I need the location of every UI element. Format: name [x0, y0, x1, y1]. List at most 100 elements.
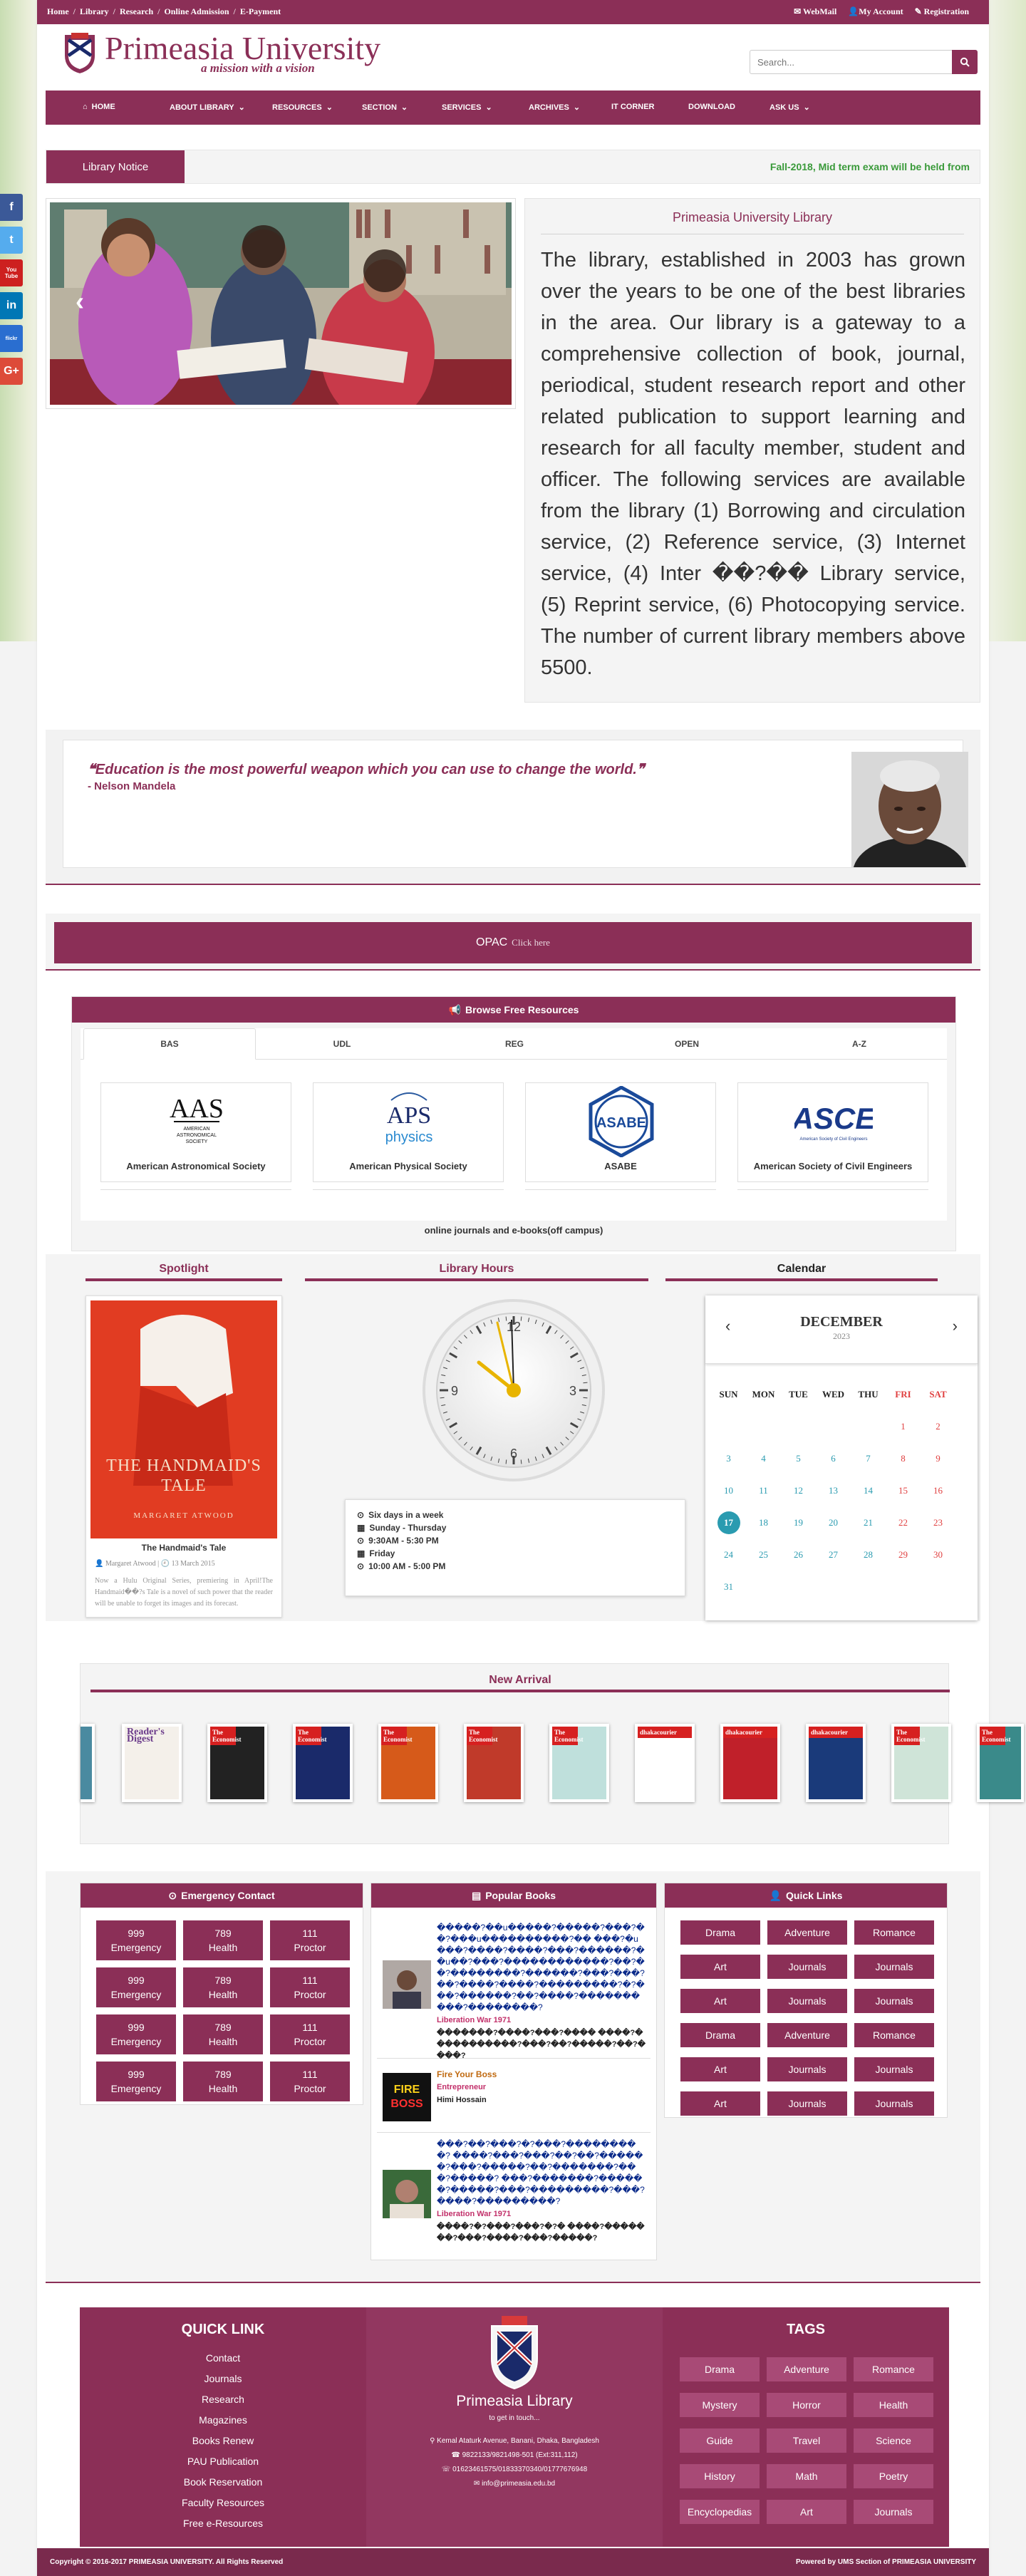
- calendar-day[interactable]: 27: [816, 1549, 851, 1561]
- emergency-contact-button[interactable]: 999 Emergency: [96, 1920, 176, 1960]
- magazine-cover[interactable]: [81, 1724, 95, 1802]
- opac-click-link[interactable]: Click here: [512, 937, 550, 948]
- tab-bas[interactable]: BAS: [83, 1028, 256, 1060]
- calendar-day[interactable]: 9: [921, 1453, 955, 1464]
- search-input[interactable]: [750, 50, 955, 74]
- footer-email[interactable]: ✉ info@primeasia.edu.bd: [366, 2480, 663, 2488]
- tab-open[interactable]: OPEN: [601, 1028, 773, 1060]
- nav-resources[interactable]: RESOURCES ⌄: [272, 103, 333, 113]
- webmail-link[interactable]: ✉ WebMail: [794, 6, 836, 17]
- calendar-day[interactable]: 31: [711, 1581, 746, 1593]
- nav-section[interactable]: SECTION ⌄: [362, 103, 408, 113]
- quick-link-button[interactable]: Art: [680, 2091, 760, 2116]
- footer-quick-link[interactable]: Books Renew: [80, 2431, 366, 2451]
- quick-link-button[interactable]: Art: [680, 2057, 760, 2081]
- magazine-cover[interactable]: dhakacourier: [720, 1724, 780, 1802]
- magazine-cover[interactable]: Reader's Digest: [122, 1724, 182, 1802]
- top-link-library[interactable]: Library: [80, 6, 109, 17]
- quick-link-button[interactable]: Journals: [854, 2057, 934, 2081]
- tab-reg[interactable]: REG: [428, 1028, 601, 1060]
- magazine-cover[interactable]: The Economist: [891, 1724, 951, 1802]
- footer-tag-button[interactable]: Mystery: [680, 2393, 760, 2417]
- footer-tag-button[interactable]: Drama: [680, 2357, 760, 2381]
- calendar-day[interactable]: 13: [816, 1485, 851, 1496]
- emergency-contact-button[interactable]: 999 Emergency: [96, 2014, 176, 2054]
- calendar-day[interactable]: 24: [711, 1549, 746, 1561]
- footer-tag-button[interactable]: Romance: [854, 2357, 933, 2381]
- tab-udl[interactable]: UDL: [256, 1028, 428, 1060]
- my-account-link[interactable]: 👤My Account: [848, 6, 903, 17]
- slider-prev-arrow[interactable]: ‹: [76, 286, 84, 316]
- flickr-icon[interactable]: flickr: [0, 325, 23, 352]
- emergency-contact-button[interactable]: 789 Health: [183, 2062, 263, 2101]
- calendar-day[interactable]: 30: [921, 1549, 955, 1561]
- emergency-contact-button[interactable]: 999 Emergency: [96, 1967, 176, 2007]
- nav-home[interactable]: ⌂ HOME: [83, 103, 115, 111]
- quick-link-button[interactable]: Journals: [767, 2091, 847, 2116]
- emergency-contact-button[interactable]: 111 Proctor: [270, 1967, 350, 2007]
- quick-link-button[interactable]: Drama: [680, 2023, 760, 2047]
- calendar-day[interactable]: 12: [781, 1485, 816, 1496]
- resource-card-aps[interactable]: APS physics American Physical Society: [313, 1082, 504, 1182]
- quick-link-button[interactable]: Journals: [854, 2091, 934, 2116]
- calendar-day[interactable]: 10: [711, 1485, 746, 1496]
- emergency-contact-button[interactable]: 789 Health: [183, 2014, 263, 2054]
- calendar-day[interactable]: 5: [781, 1453, 816, 1464]
- popular-book-item[interactable]: �����?��u�����?�����?���?��?���u��������…: [377, 1916, 651, 2060]
- quick-link-button[interactable]: Journals: [767, 1989, 847, 2013]
- youtube-icon[interactable]: You Tube: [0, 259, 23, 286]
- nav-download[interactable]: DOWNLOAD: [688, 103, 735, 111]
- footer-tag-button[interactable]: Science: [854, 2428, 933, 2453]
- top-link-epayment[interactable]: E-Payment: [240, 6, 281, 17]
- calendar-day[interactable]: 20: [816, 1517, 851, 1528]
- footer-tag-button[interactable]: Journals: [854, 2500, 933, 2524]
- footer-quick-link[interactable]: PAU Publication: [80, 2451, 366, 2472]
- resource-card-aas[interactable]: AAS AMERICAN ASTRONOMICAL SOCIETY Americ…: [100, 1082, 291, 1182]
- footer-quick-link[interactable]: Research: [80, 2389, 366, 2410]
- popular-book-item[interactable]: ���?��?���?�?���?���������? ����?���?���…: [377, 2133, 651, 2258]
- footer-quick-link[interactable]: Magazines: [80, 2410, 366, 2431]
- calendar-today-marker[interactable]: 17: [717, 1511, 740, 1534]
- quick-link-button[interactable]: Adventure: [767, 1920, 847, 1945]
- quick-link-button[interactable]: Art: [680, 1989, 760, 2013]
- calendar-day[interactable]: 26: [781, 1549, 816, 1561]
- spotlight-book-title[interactable]: The Handmaid's Tale: [86, 1543, 281, 1553]
- search-button[interactable]: [952, 50, 978, 74]
- calendar-day[interactable]: 28: [851, 1549, 886, 1561]
- calendar-day[interactable]: 16: [921, 1485, 955, 1496]
- calendar-day[interactable]: 14: [851, 1485, 886, 1496]
- emergency-contact-button[interactable]: 111 Proctor: [270, 2062, 350, 2101]
- magazine-cover[interactable]: The Economist: [378, 1724, 438, 1802]
- magazine-cover[interactable]: The Economist: [293, 1724, 353, 1802]
- quick-link-button[interactable]: Romance: [854, 1920, 934, 1945]
- footer-quick-link[interactable]: Contact: [80, 2348, 366, 2369]
- calendar-day[interactable]: 18: [746, 1517, 781, 1528]
- quick-link-button[interactable]: Art: [680, 1955, 760, 1979]
- footer-quick-link[interactable]: Free e-Resources: [80, 2513, 366, 2534]
- footer-tag-button[interactable]: Math: [767, 2464, 846, 2488]
- calendar-day[interactable]: 23: [921, 1517, 955, 1528]
- footer-tag-button[interactable]: Encyclopedias: [680, 2500, 760, 2524]
- university-title[interactable]: Primeasia University: [105, 31, 380, 66]
- emergency-contact-button[interactable]: 789 Health: [183, 1967, 263, 2007]
- calendar-day[interactable]: 1: [886, 1421, 921, 1432]
- calendar-day[interactable]: 3: [711, 1453, 746, 1464]
- footer-tag-button[interactable]: Poetry: [854, 2464, 933, 2488]
- registration-link[interactable]: ✎ Registration: [915, 6, 969, 17]
- calendar-day[interactable]: 4: [746, 1453, 781, 1464]
- resources-footer-link[interactable]: online journals and e-books(off campus): [72, 1225, 955, 1236]
- top-link-home[interactable]: Home: [47, 6, 69, 17]
- nav-archives[interactable]: ARCHIVES ⌄: [529, 103, 580, 113]
- quick-link-button[interactable]: Journals: [767, 1955, 847, 1979]
- quick-link-button[interactable]: Romance: [854, 2023, 934, 2047]
- resource-card-asabe[interactable]: ASABE ASABE: [525, 1082, 716, 1182]
- emergency-contact-button[interactable]: 999 Emergency: [96, 2062, 176, 2101]
- linkedin-icon[interactable]: in: [0, 292, 23, 319]
- footer-tag-button[interactable]: Travel: [767, 2428, 846, 2453]
- twitter-icon[interactable]: t: [0, 227, 23, 254]
- popular-book-title[interactable]: �����?��u�����?�����?���?��?���u��������…: [437, 1922, 646, 2013]
- footer-quick-link[interactable]: Book Reservation: [80, 2472, 366, 2493]
- google-plus-icon[interactable]: G+: [0, 358, 23, 385]
- footer-tag-button[interactable]: Health: [854, 2393, 933, 2417]
- quick-link-button[interactable]: Adventure: [767, 2023, 847, 2047]
